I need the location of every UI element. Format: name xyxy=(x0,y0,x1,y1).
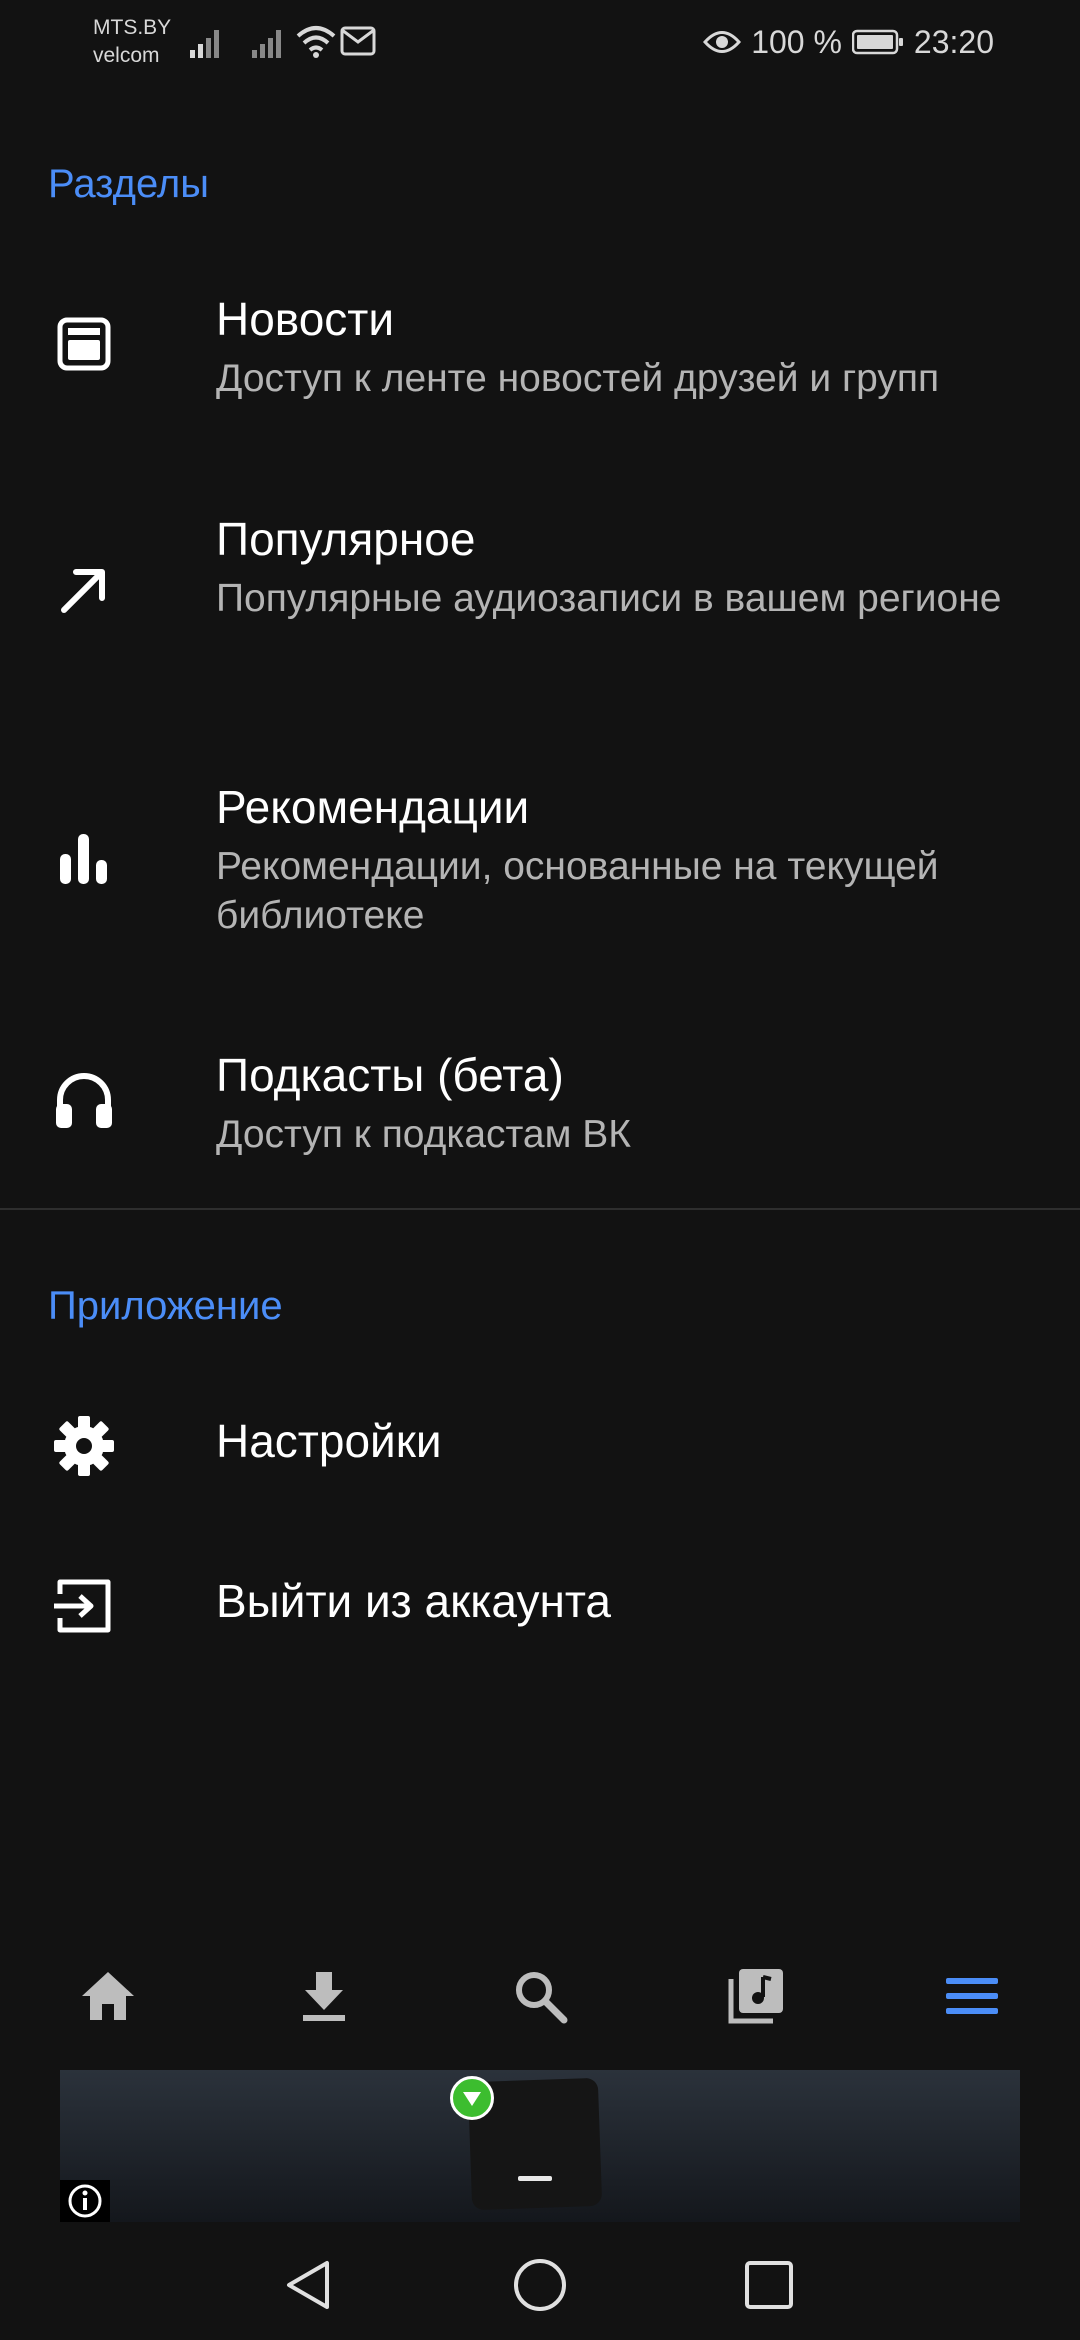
system-navigation-bar xyxy=(0,2230,1080,2340)
menu-item-subtitle: Рекомендации, основанные на текущей библ… xyxy=(216,845,939,937)
nav-menu[interactable] xyxy=(932,1956,1012,2036)
nav-home[interactable] xyxy=(68,1956,148,2036)
menu-icon xyxy=(946,1978,998,2014)
download-badge-icon xyxy=(450,2076,494,2120)
mail-notification-icon xyxy=(340,26,376,56)
carrier-labels: MTS.BY velcom xyxy=(93,14,171,70)
recents-button[interactable] xyxy=(734,2250,804,2320)
menu-item-recommendations[interactable]: Рекомендации Рекомендации, основанные на… xyxy=(0,768,1080,968)
trending-arrow-icon xyxy=(61,569,105,613)
back-triangle-icon xyxy=(287,2261,329,2309)
battery-icon xyxy=(851,29,903,55)
menu-item-title: Выйти из аккаунта xyxy=(216,1575,611,1627)
menu-item-title: Популярное xyxy=(216,513,476,565)
logout-icon xyxy=(54,1579,111,1633)
menu-item-title: Настройки xyxy=(216,1415,442,1467)
eye-icon xyxy=(703,31,742,53)
wifi-icon xyxy=(296,26,336,58)
ad-image-dash xyxy=(518,2176,552,2181)
carrier-name-1: MTS.BY xyxy=(93,16,172,39)
home-circle-icon xyxy=(514,2259,566,2311)
back-button[interactable] xyxy=(274,2250,344,2320)
ad-info-button[interactable] xyxy=(60,2180,110,2222)
nav-search[interactable] xyxy=(500,1956,580,2036)
home-icon xyxy=(82,1972,134,2020)
bar-chart-icon xyxy=(60,834,107,884)
home-button[interactable] xyxy=(505,2250,575,2320)
menu-item-logout[interactable]: Выйти из аккаунта xyxy=(0,1550,1080,1660)
nav-downloads[interactable] xyxy=(284,1956,364,2036)
download-icon xyxy=(303,1972,345,2021)
battery-percent: 100 % xyxy=(751,23,842,60)
bottom-navigation xyxy=(0,1940,1080,2050)
music-library-icon xyxy=(728,1969,783,2024)
signal-icon xyxy=(252,30,281,58)
nav-music-library[interactable] xyxy=(716,1956,796,2036)
menu-item-settings[interactable]: Настройки xyxy=(0,1390,1080,1500)
news-icon xyxy=(57,317,111,371)
sections-header: Разделы xyxy=(48,162,209,206)
menu-item-popular[interactable]: Популярное Популярные аудиозаписи в ваше… xyxy=(0,500,1080,700)
status-bar: MTS.BY velcom 100 % 23:20 xyxy=(0,0,1080,80)
menu-item-subtitle: Популярные аудиозаписи в вашем регионе xyxy=(216,577,1002,620)
menu-item-podcasts[interactable]: Подкасты (бета) Доступ к подкастам ВК xyxy=(0,1036,1080,1196)
section-divider xyxy=(0,1208,1080,1210)
menu-item-title: Рекомендации xyxy=(216,781,530,833)
gear-icon xyxy=(54,1416,114,1476)
info-icon xyxy=(68,2184,102,2218)
menu-item-title: Подкасты (бета) xyxy=(216,1049,564,1101)
search-icon xyxy=(516,1972,568,2024)
app-header: Приложение xyxy=(48,1284,283,1328)
menu-item-subtitle: Доступ к подкастам ВК xyxy=(216,1113,632,1156)
ad-banner[interactable] xyxy=(60,2070,1020,2222)
menu-item-subtitle: Доступ к ленте новостей друзей и групп xyxy=(216,357,940,400)
recents-square-icon xyxy=(745,2261,793,2309)
menu-item-news[interactable]: Новости Доступ к ленте новостей друзей и… xyxy=(0,280,1080,440)
clock: 23:20 xyxy=(913,23,994,60)
carrier-name-2: velcom xyxy=(93,44,160,67)
signal-icon xyxy=(190,30,219,58)
status-right: 100 % 23:20 xyxy=(703,20,994,64)
headphones-icon xyxy=(56,1073,112,1128)
menu-item-title: Новости xyxy=(216,293,395,345)
